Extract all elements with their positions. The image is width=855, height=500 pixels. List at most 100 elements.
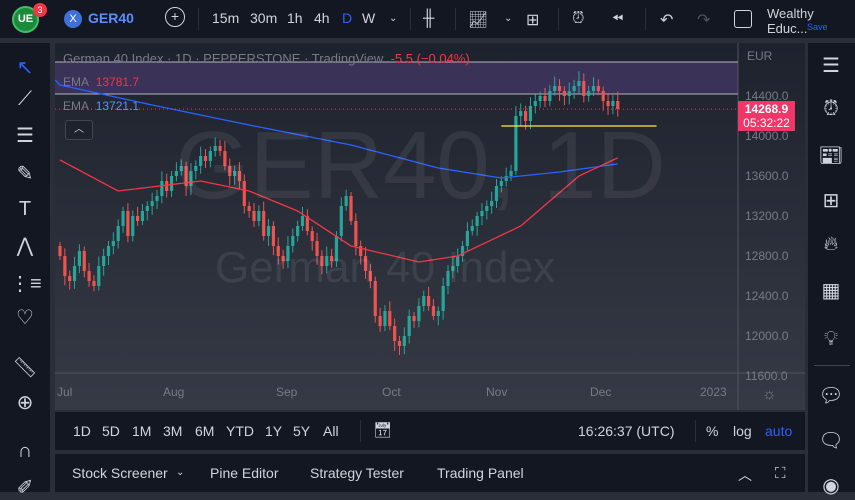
candle-body — [97, 266, 101, 286]
pattern-icon[interactable]: ⋀ — [10, 233, 40, 258]
replay-icon[interactable]: ⏪︎ — [612, 10, 623, 27]
range-5y[interactable]: 5Y — [293, 423, 310, 439]
candle-body — [296, 226, 300, 236]
calendar-icon[interactable]: ▦ — [816, 278, 846, 303]
prediction-icon[interactable]: ⋮≡ — [10, 271, 42, 296]
ema-legend-2[interactable]: EMA 13721.1 — [63, 99, 139, 113]
trend-line-icon[interactable]: ⟋ — [10, 88, 40, 111]
interval-15m[interactable]: 15m — [212, 10, 239, 26]
percent-toggle[interactable]: % — [706, 423, 718, 439]
magnet-icon[interactable]: ∩ — [10, 440, 40, 463]
go-to-date-icon[interactable]: 📅︎ — [373, 421, 392, 439]
log-toggle[interactable]: log — [733, 423, 752, 439]
drawing-toolbar: ↖ ⟋ ☰ ✎ T ⋀ ⋮≡ ♡ 📏︎ ⊕ ∩ ✐ — [0, 43, 50, 499]
price-tick: 12800.0 — [745, 249, 789, 263]
candle-body — [388, 311, 392, 326]
ruler-icon[interactable]: 📏︎ — [10, 355, 40, 380]
bottom-toolbar: 1D 5D 1M 3M 6M YTD 1Y 5Y All 📅︎ 16:26:37 (UTC) %… — [55, 412, 805, 450]
tab-strategy-tester[interactable]: Strategy Tester — [310, 465, 404, 481]
chevron-down-icon[interactable]: ⌄ — [504, 13, 512, 24]
candle-body — [606, 101, 610, 106]
top-toolbar: UE 3 X GER40 + 15m 30m 1h 4h D W ⌄ ╫ 📈︎ … — [0, 0, 855, 38]
chat-icon[interactable]: 💬︎ — [816, 383, 846, 408]
range-1m[interactable]: 1M — [132, 423, 151, 439]
candles-icon[interactable]: ╫ — [423, 10, 434, 28]
save-button[interactable]: Save — [807, 22, 828, 32]
price-tick: 11600.0 — [745, 369, 788, 383]
candle-body — [596, 86, 600, 91]
fullscreen-box-icon[interactable] — [734, 10, 752, 28]
candle-body — [92, 281, 96, 286]
currency-select[interactable]: EUR — [747, 49, 772, 63]
candle-body — [383, 311, 387, 326]
candle-body — [72, 266, 77, 281]
clock-utc[interactable]: 16:26:37 (UTC) — [578, 423, 674, 439]
chevron-down-icon[interactable]: ⌄ — [176, 467, 184, 478]
candle-body — [402, 336, 406, 346]
watermark-description: German 40 Index — [215, 243, 555, 292]
lock-draw-icon[interactable]: ✐ — [10, 475, 40, 500]
range-5d[interactable]: 5D — [102, 423, 120, 439]
layouts-icon[interactable]: ⊞ — [526, 10, 539, 30]
candle-body — [266, 226, 271, 236]
candle-body — [572, 86, 576, 91]
cursor-icon[interactable]: ↖ — [10, 55, 40, 80]
add-list-icon[interactable]: ⊞ — [816, 188, 846, 213]
candle-body — [378, 316, 382, 326]
indicators-icon[interactable]: 📈︎ — [468, 10, 488, 30]
axis-settings-icon[interactable]: ☼ — [762, 386, 777, 404]
candle-body — [77, 251, 81, 266]
tab-pine-editor[interactable]: Pine Editor — [210, 465, 278, 481]
auto-toggle[interactable]: auto — [765, 423, 792, 439]
bottom-panel-tabs: Stock Screener ⌄ Pine Editor Strategy Te… — [55, 454, 805, 492]
alarm-clock-icon[interactable]: ⏰︎ — [816, 98, 846, 121]
chevron-down-icon[interactable]: ⌄ — [389, 13, 397, 24]
range-1d[interactable]: 1D — [73, 423, 91, 439]
price-chart[interactable]: 14400.014000.013600.013200.012800.012400… — [55, 43, 805, 410]
legend-title-row: German 40 Index · 1D · PEPPERSTONE · Tra… — [63, 51, 470, 66]
tab-stock-screener[interactable]: Stock Screener — [72, 465, 168, 481]
symbol-search[interactable]: GER40 — [88, 10, 134, 26]
fib-icon[interactable]: ☰ — [10, 123, 40, 148]
range-ytd[interactable]: YTD — [226, 423, 254, 439]
maximize-icon[interactable]: ⛶ — [775, 465, 786, 482]
alert-icon[interactable]: ⏰︎ — [572, 10, 584, 28]
interval-4h[interactable]: 4h — [314, 10, 330, 26]
time-tick: Aug — [163, 385, 184, 399]
time-tick: Nov — [486, 385, 507, 399]
interval-30m[interactable]: 30m — [250, 10, 277, 26]
redo-icon[interactable]: ↷ — [697, 10, 710, 30]
messages-icon[interactable]: 🗨︎ — [816, 428, 846, 453]
candle-body — [111, 241, 115, 246]
zoom-in-icon[interactable]: ⊕ — [10, 390, 40, 415]
range-3m[interactable]: 3M — [163, 423, 182, 439]
candle-body — [553, 86, 557, 91]
heart-icon[interactable]: ♡ — [10, 305, 40, 330]
compare-add-icon[interactable]: + — [165, 7, 185, 27]
candle-body — [106, 246, 111, 256]
text-icon[interactable]: T — [10, 198, 40, 221]
watchlist-icon[interactable]: ☰ — [816, 53, 846, 78]
range-6m[interactable]: 6M — [195, 423, 214, 439]
brush-icon[interactable]: ✎ — [10, 161, 40, 186]
range-all[interactable]: All — [323, 423, 339, 439]
interval-w[interactable]: W — [362, 10, 375, 26]
ideas-bulb-icon[interactable]: 💡︎ — [816, 328, 846, 351]
undo-icon[interactable]: ↶ — [660, 10, 673, 30]
hotlist-fire-icon[interactable]: 🔥︎ — [816, 233, 846, 256]
interval-1h[interactable]: 1h — [287, 10, 303, 26]
broadcast-icon[interactable]: ◉ — [816, 473, 846, 498]
ema-legend-1[interactable]: EMA 13781.7 — [63, 75, 139, 89]
interval-d[interactable]: D — [342, 10, 352, 26]
legend-change: -5.5 (−0.04%) — [390, 51, 470, 66]
collapse-legend-button[interactable]: ︿ — [65, 120, 93, 140]
tab-trading-panel[interactable]: Trading Panel — [437, 465, 524, 481]
price-tick: 14000.0 — [745, 129, 789, 143]
candle-body — [102, 256, 106, 266]
chart-pane[interactable]: 14400.0 14000.0 13600.0 13200.0 12800.0 12400… — [55, 43, 805, 410]
candle-body — [577, 81, 581, 86]
expand-panel-icon[interactable]: ︿ — [738, 465, 752, 485]
range-1y[interactable]: 1Y — [265, 423, 282, 439]
news-icon[interactable]: 📰︎ — [816, 143, 846, 168]
last-price-tag: 14268.9 05:32:22 — [738, 101, 795, 131]
